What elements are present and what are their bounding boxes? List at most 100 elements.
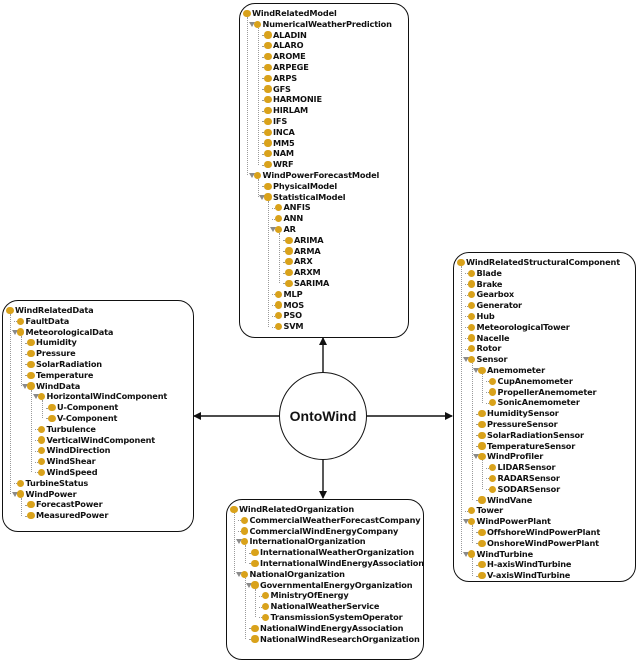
node-label: Generator	[476, 300, 523, 311]
node-label: MinistryOfEnergy	[270, 590, 349, 601]
node-label: WindPowerForecastModel	[262, 169, 380, 180]
class-bullet-icon	[285, 258, 293, 266]
node-label: PSO	[283, 310, 303, 321]
class-bullet-icon	[37, 393, 46, 401]
class-bullet-icon	[264, 193, 272, 201]
tree-guide-line	[461, 266, 462, 554]
tree-guide-line	[482, 460, 483, 490]
node-label: ALARO	[273, 40, 304, 51]
class-bullet-icon	[274, 214, 283, 223]
class-bullet-icon	[274, 290, 283, 298]
tree-guide-line	[255, 588, 256, 618]
tree-guide-line	[257, 27, 259, 165]
node-label: ForecastPower	[36, 499, 103, 510]
class-bullet-icon	[251, 581, 259, 589]
class-bullet-icon	[251, 635, 259, 643]
class-bullet-icon	[37, 436, 46, 444]
class-bullet-icon	[467, 323, 476, 331]
class-bullet-icon	[37, 457, 46, 466]
node-label: ARPS	[273, 72, 297, 83]
class-bullet-icon	[467, 355, 476, 364]
class-bullet-icon	[274, 322, 283, 331]
tree-guide-line	[20, 497, 22, 516]
node-label: NationalOrganization	[249, 568, 346, 579]
wind-related-model-box: WindRelatedModel NumericalWeatherPredicti…	[239, 3, 409, 338]
node-label: MeteorologicalTower	[476, 321, 570, 332]
node-label: StatisticalModel	[273, 191, 346, 202]
class-bullet-icon	[264, 96, 272, 104]
node-label: SolarRadiationSensor	[487, 429, 584, 440]
node-label: TurbineStatus	[25, 477, 89, 488]
node-label: WindData	[36, 380, 81, 391]
class-bullet-icon	[478, 409, 486, 418]
tree-guide-line	[31, 389, 32, 473]
node-label: ANFIS	[283, 202, 311, 213]
node-label: AROME	[273, 51, 306, 62]
class-bullet-icon	[6, 306, 14, 314]
class-bullet-icon	[467, 334, 476, 342]
node-label: WindVane	[487, 494, 533, 505]
node-label: InternationalWeatherOrganization	[260, 547, 415, 558]
class-bullet-icon	[488, 463, 497, 472]
class-bullet-icon	[48, 403, 56, 412]
class-bullet-icon	[264, 150, 272, 158]
class-bullet-icon	[467, 517, 476, 526]
node-label: ARIMA	[294, 234, 324, 245]
node-label: V-Component	[57, 412, 118, 423]
class-bullet-icon	[478, 496, 486, 504]
tree-guide-line	[268, 200, 269, 327]
class-bullet-icon	[253, 20, 262, 28]
class-bullet-icon	[488, 399, 497, 407]
ontowind-center-node: OntoWind	[279, 372, 367, 460]
class-bullet-icon	[251, 548, 259, 557]
class-bullet-icon	[261, 602, 270, 611]
node-label: HIRLAM	[273, 105, 309, 116]
class-bullet-icon	[27, 360, 35, 368]
node-label: Sensor	[476, 354, 508, 365]
class-bullet-icon	[285, 247, 293, 255]
class-bullet-icon	[261, 613, 270, 621]
node-label: WindProfiler	[487, 451, 544, 462]
node-label: MOS	[283, 299, 305, 310]
class-bullet-icon	[264, 128, 272, 136]
node-label: WindPower	[25, 488, 77, 499]
node-label: IFS	[273, 115, 288, 126]
class-bullet-icon	[285, 268, 293, 277]
node-label: CommercialWeatherForecastCompany	[249, 514, 421, 525]
node-label: WindRelatedModel	[252, 8, 337, 18]
node-label: U-Component	[57, 402, 119, 413]
node-label: WindSpeed	[46, 466, 98, 477]
node-label: Rotor	[476, 343, 502, 354]
node-label: TemperatureSensor	[487, 440, 576, 451]
node-label: TransmissionSystemOperator	[270, 611, 403, 622]
class-bullet-icon	[478, 453, 486, 461]
class-bullet-icon	[37, 468, 46, 476]
node-label: SARIMA	[294, 277, 330, 288]
class-bullet-icon	[274, 301, 283, 309]
node-label: ARPEGE	[273, 61, 309, 72]
class-bullet-icon	[488, 485, 497, 493]
class-bullet-icon	[285, 236, 293, 244]
tree-guide-line	[20, 335, 22, 386]
node-label: NAM	[273, 148, 294, 159]
class-bullet-icon	[27, 511, 35, 520]
node-label: Temperature	[36, 369, 94, 380]
class-bullet-icon	[274, 225, 283, 233]
node-label: H-axisWindTurbine	[487, 559, 572, 570]
class-bullet-icon	[285, 279, 293, 287]
class-bullet-icon	[467, 312, 476, 320]
node-label: V-axisWindTurbine	[487, 570, 571, 581]
node-label: HARMONIE	[273, 94, 322, 105]
wind-related-data-box: WindRelatedData FaultData MeteorologicalDa…	[2, 300, 194, 532]
node-label: HumiditySensor	[487, 408, 559, 419]
node-label: ALADIN	[273, 29, 307, 40]
class-bullet-icon	[478, 366, 486, 374]
node-label: WindPowerPlant	[476, 516, 551, 527]
node-label: MeteorologicalData	[25, 326, 114, 337]
node-label: Gearbox	[476, 289, 515, 300]
node-label: ARXM	[294, 267, 321, 278]
class-bullet-icon	[27, 371, 35, 379]
class-bullet-icon	[240, 570, 249, 578]
class-bullet-icon	[274, 204, 283, 212]
node-label: MM5	[273, 137, 295, 148]
